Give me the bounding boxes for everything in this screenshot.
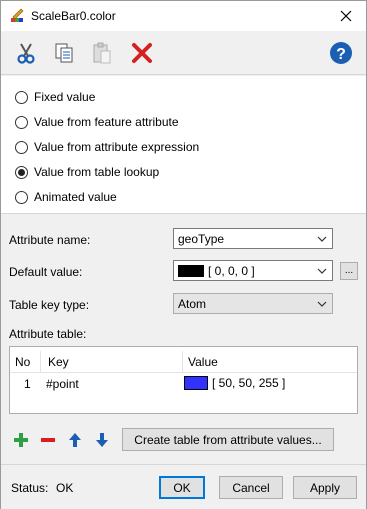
scissors-icon[interactable] xyxy=(12,39,40,67)
attribute-name-label: Attribute name: xyxy=(9,233,91,247)
radio-button[interactable] xyxy=(15,165,28,179)
dialog-window: ScaleBar0.color ? Fixed value Value from… xyxy=(0,0,367,509)
status-value: OK xyxy=(56,481,74,495)
chevron-down-icon xyxy=(316,265,328,277)
help-icon[interactable]: ? xyxy=(327,39,355,67)
row-color-swatch xyxy=(184,376,208,390)
radio-label: Value from attribute expression xyxy=(34,140,200,154)
toolbar: ? xyxy=(1,31,366,75)
default-color-swatch xyxy=(178,264,204,277)
column-divider xyxy=(182,351,183,373)
radio-label: Fixed value xyxy=(34,90,96,104)
cancel-button[interactable]: Cancel xyxy=(219,476,283,499)
table-key-type-combo[interactable]: Atom xyxy=(173,293,333,314)
ok-button[interactable]: OK xyxy=(159,476,205,499)
table-key-type-value: Atom xyxy=(178,296,207,311)
row-key[interactable]: #point xyxy=(46,377,79,391)
plus-icon[interactable] xyxy=(11,430,31,450)
column-divider xyxy=(40,351,41,373)
paste-icon[interactable] xyxy=(88,39,116,67)
header-no[interactable]: No xyxy=(15,355,30,369)
arrow-down-icon[interactable] xyxy=(92,430,112,450)
header-key[interactable]: Key xyxy=(48,355,69,369)
radio-label: Value from table lookup xyxy=(34,165,160,179)
lookup-parameters: Attribute name: geoType Default value: [… xyxy=(1,215,366,455)
radio-feature-attribute[interactable]: Value from feature attribute xyxy=(15,113,179,131)
chevron-down-icon xyxy=(316,298,328,310)
radio-attribute-expression[interactable]: Value from attribute expression xyxy=(15,138,199,156)
svg-text:?: ? xyxy=(336,46,346,63)
radio-label: Value from feature attribute xyxy=(34,115,179,129)
attribute-name-value: geoType xyxy=(178,231,225,246)
title-bar: ScaleBar0.color xyxy=(1,1,366,31)
pen-icon xyxy=(9,8,25,24)
default-value-more-button[interactable]: ... xyxy=(340,262,358,280)
radio-button[interactable] xyxy=(15,115,28,129)
dialog-footer: Status: OK OK Cancel Apply xyxy=(1,464,366,509)
radio-button[interactable] xyxy=(15,90,28,104)
status-label: Status: xyxy=(11,481,49,495)
default-value-text: [ 0, 0, 0 ] xyxy=(208,263,255,278)
radio-table-lookup[interactable]: Value from table lookup xyxy=(15,163,159,181)
table-header: No Key Value xyxy=(10,351,357,373)
window-title: ScaleBar0.color xyxy=(31,9,116,23)
value-source-group: Fixed value Value from feature attribute… xyxy=(1,76,366,214)
attribute-table-label: Attribute table: xyxy=(9,327,87,341)
row-value[interactable]: [ 50, 50, 255 ] xyxy=(184,376,285,390)
attribute-table: No Key Value 1 #point [ 50, 50, 255 ] xyxy=(9,346,358,414)
chevron-down-icon xyxy=(316,233,328,245)
arrow-up-icon[interactable] xyxy=(65,430,85,450)
minus-icon[interactable] xyxy=(38,430,58,450)
apply-button[interactable]: Apply xyxy=(293,476,357,499)
radio-button[interactable] xyxy=(15,190,28,204)
default-value-label: Default value: xyxy=(9,265,83,279)
red-x-icon[interactable] xyxy=(128,39,156,67)
header-value[interactable]: Value xyxy=(188,355,218,369)
attribute-name-combo[interactable]: geoType xyxy=(173,228,333,249)
table-key-type-label: Table key type: xyxy=(9,298,90,312)
radio-label: Animated value xyxy=(34,190,117,204)
table-row[interactable]: 1 #point [ 50, 50, 255 ] xyxy=(10,374,357,394)
row-number: 1 xyxy=(24,377,31,391)
radio-fixed-value[interactable]: Fixed value xyxy=(15,88,95,106)
create-table-button[interactable]: Create table from attribute values... xyxy=(122,428,334,451)
close-icon[interactable] xyxy=(326,1,366,31)
row-value-text: [ 50, 50, 255 ] xyxy=(212,376,286,390)
copy-icon[interactable] xyxy=(50,39,78,67)
radio-animated-value[interactable]: Animated value xyxy=(15,188,117,206)
default-value-combo[interactable]: [ 0, 0, 0 ] xyxy=(173,260,333,281)
radio-button[interactable] xyxy=(15,140,28,154)
